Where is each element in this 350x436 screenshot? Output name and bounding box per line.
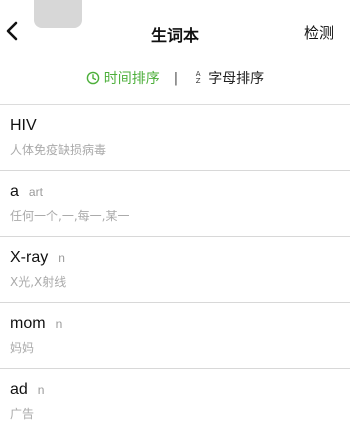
alpha-sort-icon: A Z xyxy=(195,70,201,85)
word-text: ad xyxy=(10,381,28,398)
word-text: HIV xyxy=(10,117,37,134)
sort-by-time-button[interactable]: 时间排序 xyxy=(86,68,160,88)
word-list-item[interactable]: a art 任何一个,一,每一,某一 xyxy=(0,170,350,236)
sort-by-alpha-button[interactable]: A Z 字母排序 xyxy=(192,68,264,88)
sort-by-time-label: 时间排序 xyxy=(103,71,160,87)
part-of-speech: n xyxy=(37,383,45,397)
part-of-speech: n xyxy=(55,317,63,331)
word-list-item[interactable]: ad n 广告 xyxy=(0,368,350,434)
sort-by-alpha-label: 字母排序 xyxy=(208,71,265,87)
sort-bar: 时间排序 | A Z 字母排序 xyxy=(0,62,350,94)
word-text: a xyxy=(10,183,19,200)
word-meaning: 广告 xyxy=(10,407,35,421)
clock-icon xyxy=(86,71,100,85)
part-of-speech: n xyxy=(58,251,65,265)
sort-divider: | xyxy=(173,70,179,86)
word-meaning: 妈妈 xyxy=(10,341,35,355)
word-meaning: 任何一个,一,每一,某一 xyxy=(10,209,130,223)
word-meaning: 人体免疫缺损病毒 xyxy=(10,143,107,157)
page-title: 生词本 xyxy=(150,26,199,45)
word-list: HIV 人体免疫缺损病毒 a art 任何一个,一,每一,某一 X-ray n … xyxy=(0,104,350,434)
word-list-item[interactable]: mom n 妈妈 xyxy=(0,302,350,368)
word-list-item[interactable]: HIV 人体免疫缺损病毒 xyxy=(0,104,350,170)
word-text: X-ray xyxy=(10,249,49,266)
word-meaning: X光,X射线 xyxy=(10,275,67,289)
word-list-item[interactable]: X-ray n X光,X射线 xyxy=(0,236,350,302)
check-button[interactable]: 检测 xyxy=(304,22,334,43)
part-of-speech: art xyxy=(28,185,43,199)
word-text: mom xyxy=(10,315,46,332)
header-bar: 生词本 检测 xyxy=(0,0,350,62)
